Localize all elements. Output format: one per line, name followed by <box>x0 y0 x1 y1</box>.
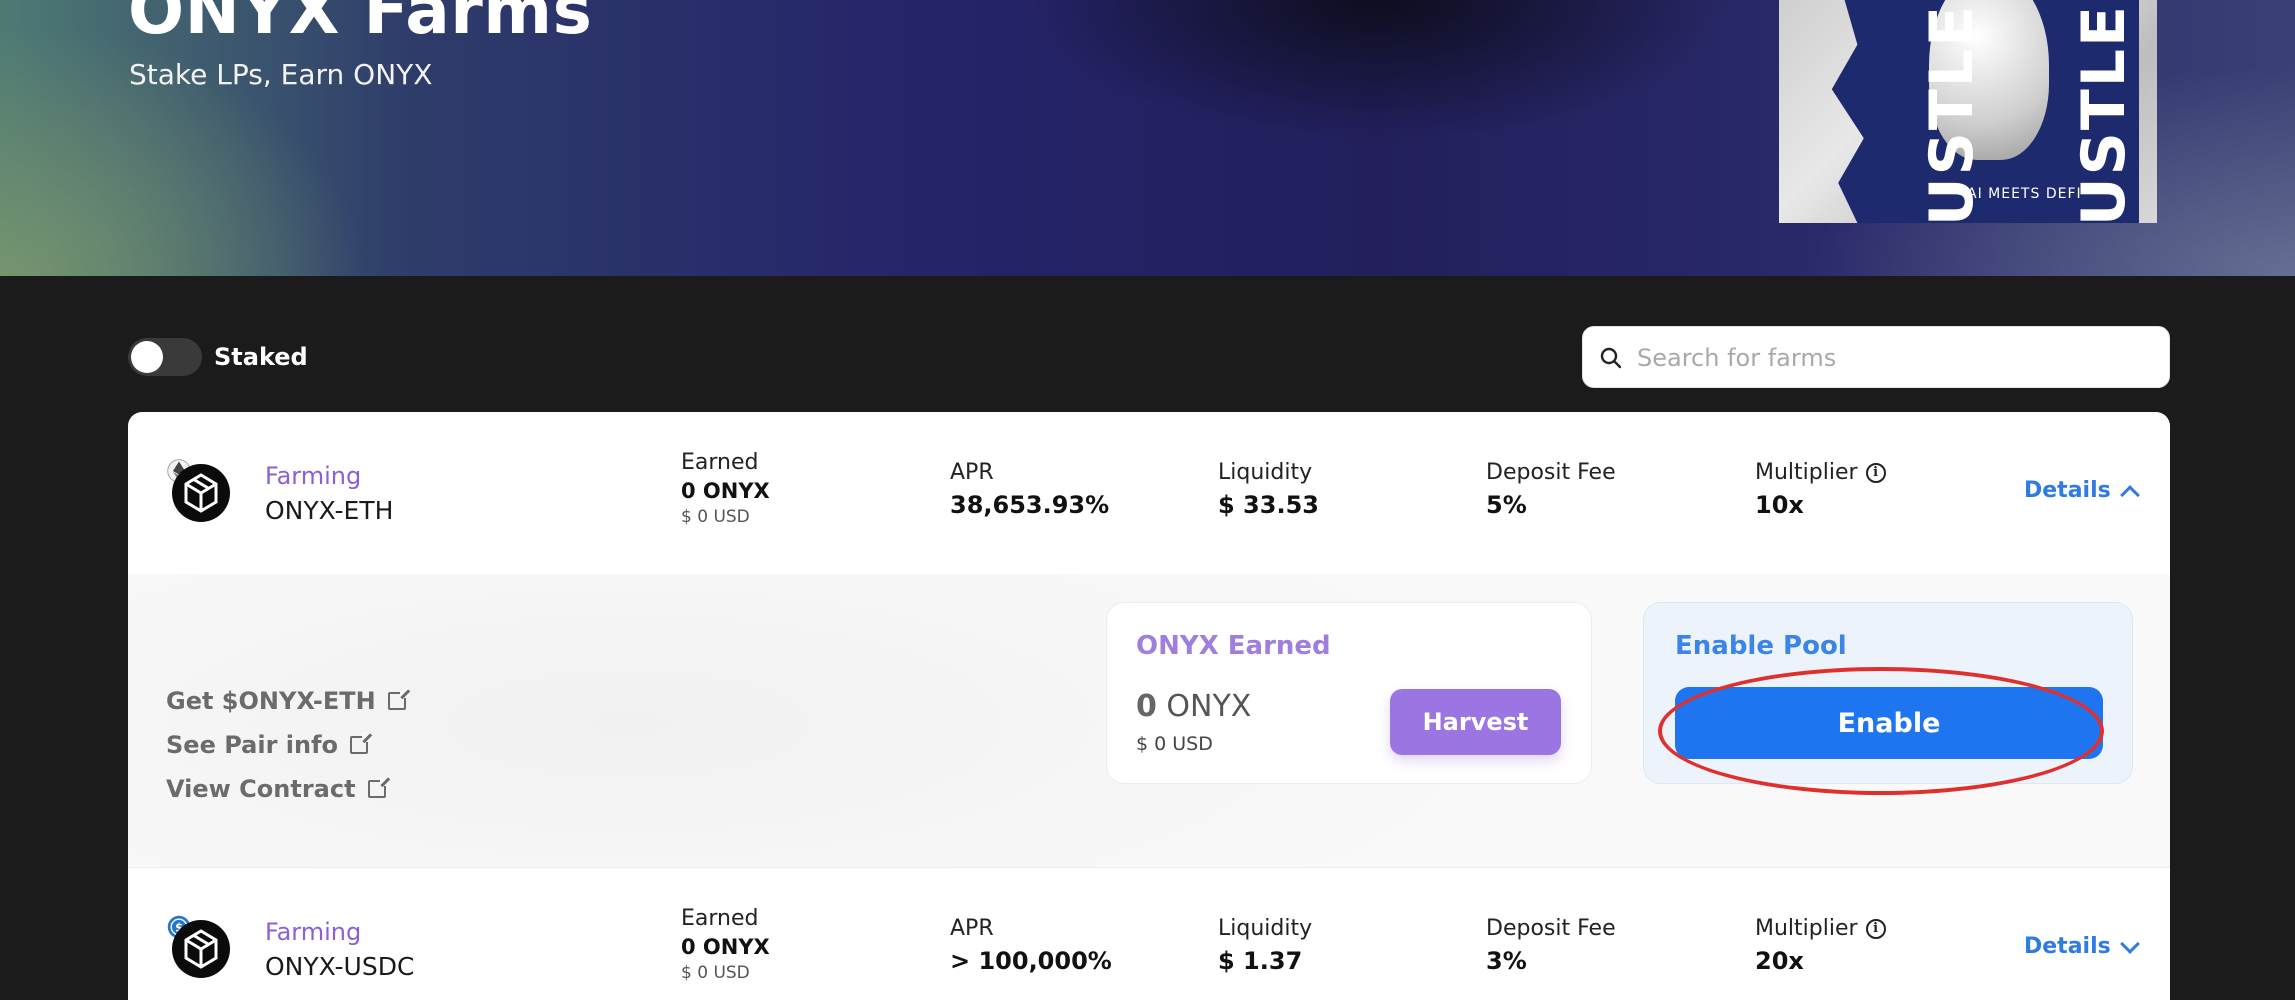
details-label: Details <box>2024 934 2111 959</box>
onyx-token-icon <box>172 464 230 522</box>
apr-label: APR <box>950 460 994 485</box>
onyx-earned-amount: 0 ONYX <box>1136 689 1251 724</box>
multiplier-label-wrap: Multiplier i <box>1755 916 1886 941</box>
multiplier-column: Multiplier i 20x <box>1755 916 1886 975</box>
external-link-icon <box>350 732 372 754</box>
pair-icon: $ <box>164 912 232 980</box>
search-input[interactable] <box>1637 337 2157 379</box>
multiplier-value: 20x <box>1755 947 1804 975</box>
apr-label: APR <box>950 916 994 941</box>
liquidity-column: Liquidity $ 33.53 <box>1218 460 1319 519</box>
multiplier-label: Multiplier <box>1755 460 1858 485</box>
farm-name: ONYX-ETH <box>265 496 394 525</box>
enable-pool-box: Enable Pool Enable <box>1643 602 2133 784</box>
deposit-fee-column: Deposit Fee 5% <box>1486 460 1616 519</box>
promo-poster[interactable]: TRUSTLE TRUSTLE AI MEETS DEFI <box>1779 0 2157 223</box>
earned-label: Earned <box>681 450 759 475</box>
liquidity-label: Liquidity <box>1218 460 1313 485</box>
info-icon[interactable]: i <box>1865 462 1886 483</box>
details-toggle[interactable]: Details <box>2024 478 2140 505</box>
onyx-earned-box: ONYX Earned 0 ONYX $ 0 USD Harvest <box>1106 602 1592 784</box>
details-toggle[interactable]: Details <box>2024 933 2140 959</box>
apr-value: 38,653.93% <box>950 491 1110 519</box>
onyx-token-icon <box>172 920 230 978</box>
liquidity-value: $ 1.37 <box>1218 947 1303 975</box>
earned-column: Earned 0 ONYX $ 0 USD <box>681 450 770 527</box>
view-contract-link[interactable]: View Contract <box>166 774 406 804</box>
hero-banner: ONYX Farms Stake LPs, Earn ONYX TRUSTLE … <box>0 0 2295 276</box>
harvest-button[interactable]: Harvest <box>1390 689 1561 755</box>
deposit-fee-value: 5% <box>1486 491 1527 519</box>
apr-column: APR > 100,000% <box>950 916 1112 975</box>
farm-links: Get $ONYX-ETH See Pair info View Contrac… <box>166 686 410 818</box>
chevron-up-icon <box>2119 484 2140 505</box>
staked-label: Staked <box>214 343 308 371</box>
staked-toggle[interactable] <box>128 338 202 376</box>
earned-usd: $ 0 USD <box>681 507 750 527</box>
earned-value: 0 ONYX <box>681 479 770 503</box>
external-link-icon <box>367 776 390 798</box>
pair-info-label: See Pair info <box>166 731 338 759</box>
multiplier-column: Multiplier i 10x <box>1755 460 1886 519</box>
deposit-fee-column: Deposit Fee 3% <box>1486 916 1616 975</box>
farm-row-onyx-eth[interactable]: Farming ONYX-ETH Earned 0 ONYX $ 0 USD A… <box>128 412 2170 574</box>
pair-info-link[interactable]: See Pair info <box>166 730 406 760</box>
onyx-earned-usd: $ 0 USD <box>1136 733 1213 755</box>
chevron-down-icon <box>2119 933 2140 954</box>
view-contract-label: View Contract <box>166 775 356 803</box>
poster-tagline: AI MEETS DEFI <box>1967 186 2082 202</box>
farms-card: Farming ONYX-ETH Earned 0 ONYX $ 0 USD A… <box>128 412 2170 1000</box>
toggle-knob <box>131 341 163 373</box>
apr-column: APR 38,653.93% <box>950 460 1109 519</box>
apr-value: > 100,000% <box>950 947 1112 975</box>
details-label: Details <box>2024 478 2111 503</box>
earned-label: Earned <box>681 906 759 931</box>
liquidity-value: $ 33.53 <box>1218 491 1319 519</box>
page-title: ONYX Farms <box>128 0 593 49</box>
deposit-fee-value: 3% <box>1486 947 1527 975</box>
farm-details-panel: Get $ONYX-ETH See Pair info View Contrac… <box>128 574 2170 867</box>
farm-tag: Farming <box>265 918 362 946</box>
earned-column: Earned 0 ONYX $ 0 USD <box>681 906 770 983</box>
earned-usd: $ 0 USD <box>681 963 750 983</box>
farm-row-onyx-usdc[interactable]: $ Farming ONYX-USDC Earned 0 ONYX $ 0 US… <box>128 867 2170 1000</box>
get-lp-link[interactable]: Get $ONYX-ETH <box>166 686 410 716</box>
external-link-icon <box>387 688 410 710</box>
multiplier-value: 10x <box>1755 491 1804 519</box>
liquidity-label: Liquidity <box>1218 916 1313 941</box>
earned-amount-number: 0 <box>1136 689 1157 724</box>
farm-tag: Farming <box>265 462 362 490</box>
onyx-earned-title: ONYX Earned <box>1136 631 1331 661</box>
pair-icon <box>164 456 232 524</box>
deposit-fee-label: Deposit Fee <box>1486 916 1616 941</box>
multiplier-label: Multiplier <box>1755 916 1858 941</box>
page-subtitle: Stake LPs, Earn ONYX <box>129 58 433 91</box>
info-icon[interactable]: i <box>1865 918 1886 939</box>
earned-amount-unit: ONYX <box>1166 689 1252 724</box>
search-box[interactable] <box>1582 326 2170 388</box>
get-lp-label: Get $ONYX-ETH <box>166 687 376 715</box>
deposit-fee-label: Deposit Fee <box>1486 460 1616 485</box>
search-icon <box>1600 347 1622 369</box>
earned-value: 0 ONYX <box>681 935 770 959</box>
enable-pool-title: Enable Pool <box>1675 631 1847 661</box>
liquidity-column: Liquidity $ 1.37 <box>1218 916 1312 975</box>
multiplier-label-wrap: Multiplier i <box>1755 460 1886 485</box>
farm-name: ONYX-USDC <box>265 952 415 981</box>
enable-button[interactable]: Enable <box>1675 687 2103 759</box>
